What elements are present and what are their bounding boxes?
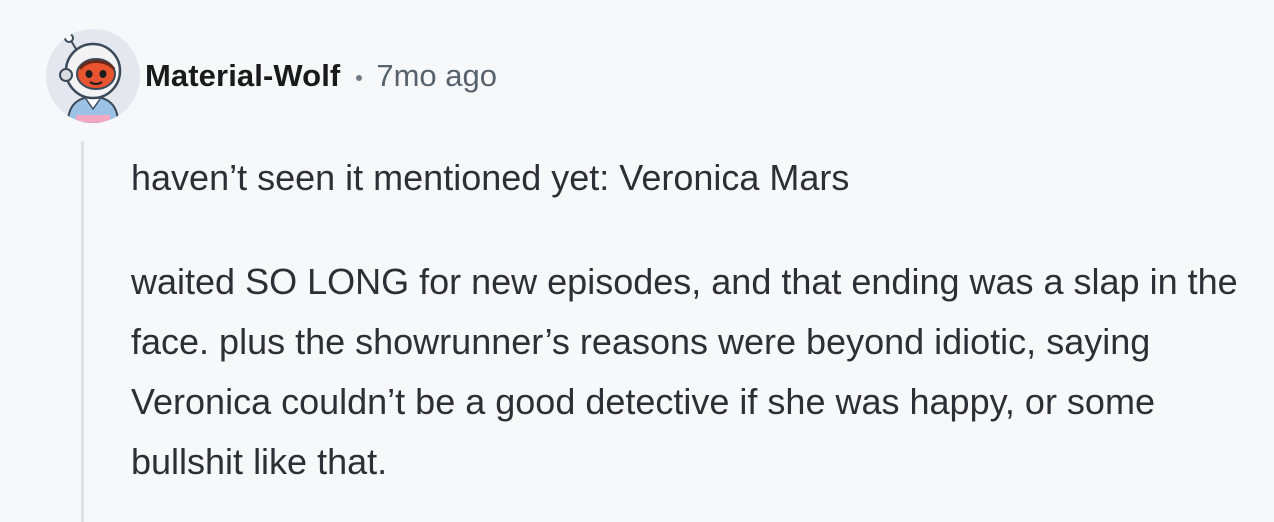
author-username[interactable]: Material-Wolf bbox=[145, 58, 340, 94]
user-avatar[interactable] bbox=[46, 29, 140, 123]
comment-paragraph: haven’t seen it mentioned yet: Veronica … bbox=[131, 157, 850, 198]
comment-body: haven’t seen it mentioned yet: Veronica … bbox=[131, 148, 1266, 492]
comment-meta: Material-Wolf 7mo ago bbox=[145, 56, 497, 96]
comment-timestamp[interactable]: 7mo ago bbox=[376, 58, 497, 94]
dot-separator-icon bbox=[356, 75, 363, 81]
thread-collapse-line[interactable] bbox=[81, 141, 84, 522]
astronaut-snoo-avatar-icon bbox=[46, 29, 140, 123]
comment-paragraph: waited SO LONG for new episodes, and tha… bbox=[131, 261, 1238, 482]
comment: Material-Wolf 7mo ago haven’t seen it me… bbox=[0, 0, 1274, 522]
